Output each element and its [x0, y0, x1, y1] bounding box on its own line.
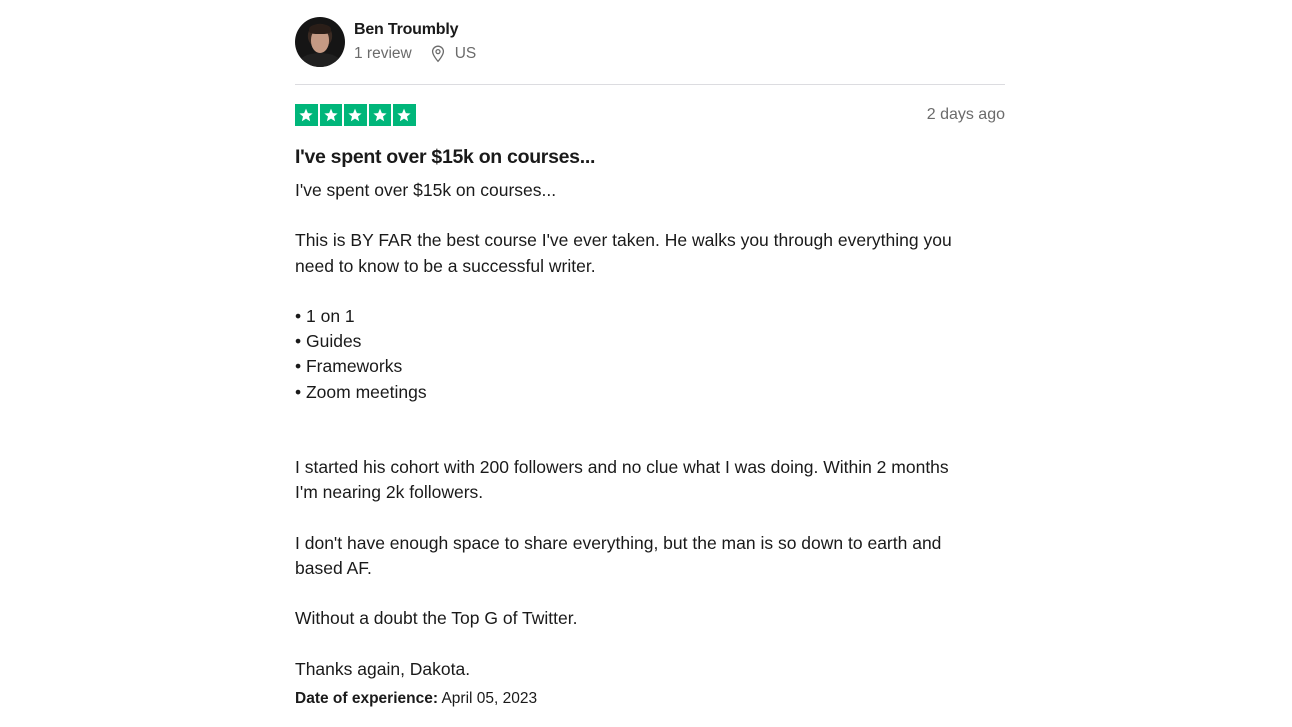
- review-text: This is BY FAR the best course I've ever…: [295, 230, 952, 251]
- star-icon: [319, 103, 342, 127]
- rating-row: 2 days ago: [295, 103, 1005, 127]
- star-rating: [295, 103, 416, 127]
- star-icon: [295, 103, 318, 127]
- list-item: • Frameworks: [295, 356, 403, 377]
- location-pin-icon: [430, 45, 446, 63]
- reviewer-meta: 1 review US: [354, 44, 476, 64]
- divider: [295, 84, 1005, 85]
- reviewer-info: Ben Troumbly 1 review US: [354, 20, 476, 64]
- review-text: based AF.: [295, 557, 372, 578]
- experience-date: April 05, 2023: [441, 689, 538, 707]
- reviewer-header: Ben Troumbly 1 review US: [295, 16, 1005, 68]
- review-text: I've spent over $15k on courses...: [295, 180, 557, 200]
- date-of-experience: Date of experience: April 05, 2023: [295, 689, 1005, 709]
- review-title[interactable]: I've spent over $15k on courses...: [295, 144, 1005, 170]
- review-text: need to know to be a successful writer.: [295, 255, 596, 276]
- review-count: 1 review: [354, 45, 412, 62]
- list-item: • Guides: [295, 331, 362, 352]
- review-text: I started his cohort with 200 followers …: [295, 457, 949, 478]
- review-card: Ben Troumbly 1 review US 2 days ago I've…: [295, 16, 1005, 709]
- review-text: I don't have enough space to share every…: [295, 532, 942, 553]
- experience-label: Date of experience:: [295, 689, 438, 707]
- review-text: Thanks again, Dakota.: [295, 658, 471, 679]
- review-text: Without a doubt the Top G of Twitter.: [295, 608, 578, 629]
- review-date: 2 days ago: [926, 106, 1005, 123]
- reviewer-name[interactable]: Ben Troumbly: [354, 20, 476, 40]
- star-icon: [393, 103, 416, 127]
- reviewer-country: US: [454, 45, 477, 62]
- list-item: • 1 on 1: [295, 305, 355, 326]
- review-text: I'm nearing 2k followers.: [295, 482, 484, 503]
- review-body: I've spent over $15k on courses... This …: [295, 178, 1005, 682]
- list-item: • Zoom meetings: [295, 381, 427, 402]
- star-icon: [368, 103, 391, 127]
- avatar[interactable]: [295, 17, 345, 67]
- star-icon: [344, 103, 367, 127]
